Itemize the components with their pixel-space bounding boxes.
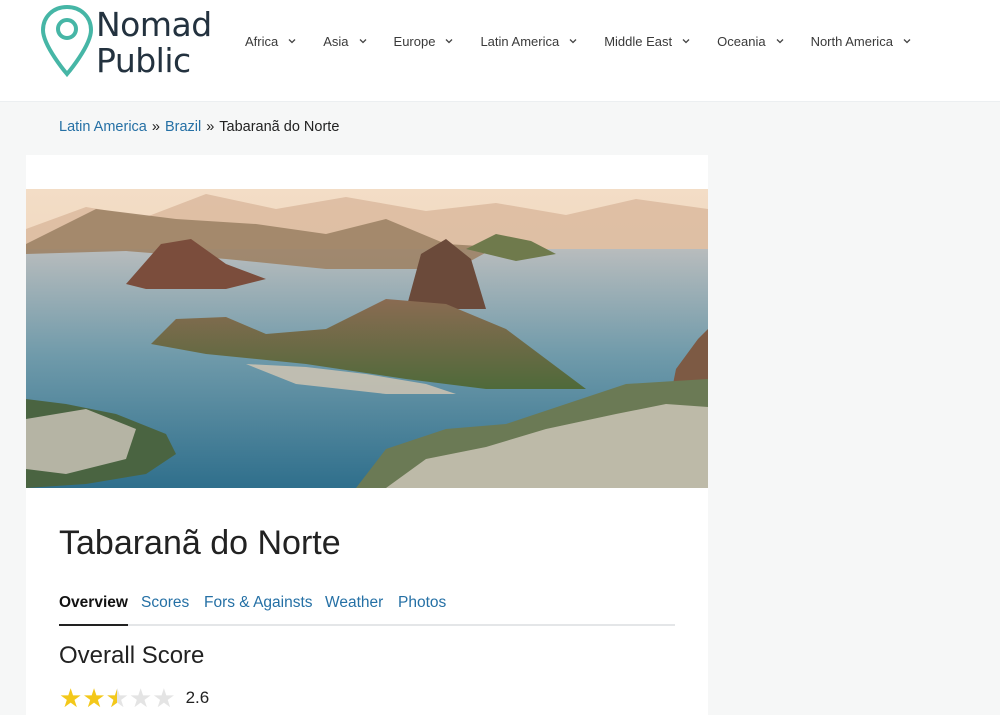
- star-icon-half: ★: [106, 685, 129, 711]
- breadcrumb-current: Tabaranã do Norte: [219, 119, 340, 135]
- tab-photos[interactable]: Photos: [398, 594, 446, 624]
- map-pin-icon: [40, 4, 94, 78]
- nav-item-africa[interactable]: Africa: [245, 30, 297, 52]
- logo-wordmark: Nomad Public: [96, 7, 212, 79]
- chevron-down-icon: [359, 39, 366, 44]
- nav-label: Africa: [245, 33, 279, 49]
- nav-label: Europe: [393, 33, 436, 49]
- nav-item-middle-east[interactable]: Middle East: [604, 30, 691, 52]
- nav-item-north-america[interactable]: North America: [811, 30, 912, 52]
- nav-item-oceania[interactable]: Oceania: [717, 30, 784, 52]
- breadcrumb-separator: »: [151, 119, 160, 135]
- tab-fors-againsts[interactable]: Fors & Againsts: [204, 594, 313, 624]
- main-nav: Africa Asia Europe Latin America Middle …: [245, 30, 938, 52]
- nav-item-europe[interactable]: Europe: [394, 30, 455, 52]
- tab-overview[interactable]: Overview: [59, 594, 128, 626]
- tab-weather[interactable]: Weather: [325, 594, 383, 624]
- chevron-down-icon: [569, 39, 577, 44]
- chevron-down-icon: [682, 39, 690, 44]
- chevron-down-icon: [288, 39, 296, 44]
- overall-score-heading: Overall Score: [59, 642, 205, 669]
- breadcrumb-link-region[interactable]: Latin America: [59, 119, 147, 135]
- place-card: Tabaranã do Norte Overview Scores Fors &…: [26, 155, 708, 715]
- tab-scores[interactable]: Scores: [141, 594, 189, 624]
- breadcrumb: Latin America» Brazil» Tabaranã do Norte: [59, 119, 339, 135]
- logo-line-2: Public: [96, 41, 191, 80]
- star-icon-empty: ★: [152, 683, 176, 713]
- chevron-down-icon: [776, 39, 784, 44]
- chevron-down-icon: [445, 39, 453, 44]
- breadcrumb-separator: »: [206, 119, 215, 135]
- nav-label: Asia: [323, 33, 349, 49]
- star-icon-filled: ★: [59, 683, 83, 713]
- site-logo[interactable]: Nomad Public: [40, 4, 212, 80]
- star-icon-empty: ★: [128, 683, 153, 713]
- star-icon-filled: ★: [82, 683, 106, 713]
- breadcrumb-link-country[interactable]: Brazil: [165, 119, 201, 135]
- page-title: Tabaranã do Norte: [59, 524, 341, 562]
- hero-image: [26, 189, 708, 488]
- nav-label: North America: [810, 33, 893, 49]
- overall-score-value: 2.6: [185, 688, 210, 707]
- place-tabs: Overview Scores Fors & Againsts Weather …: [59, 591, 675, 626]
- nav-label: Latin America: [480, 33, 560, 49]
- nav-item-latin-america[interactable]: Latin America: [480, 30, 578, 52]
- site-header: Nomad Public Africa Asia Europe Latin Am…: [0, 0, 1000, 102]
- nav-label: Oceania: [717, 33, 766, 49]
- logo-line-1: Nomad: [96, 5, 212, 44]
- hero-landscape-photo: [26, 189, 708, 488]
- chevron-down-icon: [903, 39, 911, 44]
- nav-item-asia[interactable]: Asia: [323, 30, 367, 52]
- nav-label: Middle East: [604, 33, 673, 49]
- star-rating: ★ ★ ★ ★ ★ 2.6: [59, 685, 209, 711]
